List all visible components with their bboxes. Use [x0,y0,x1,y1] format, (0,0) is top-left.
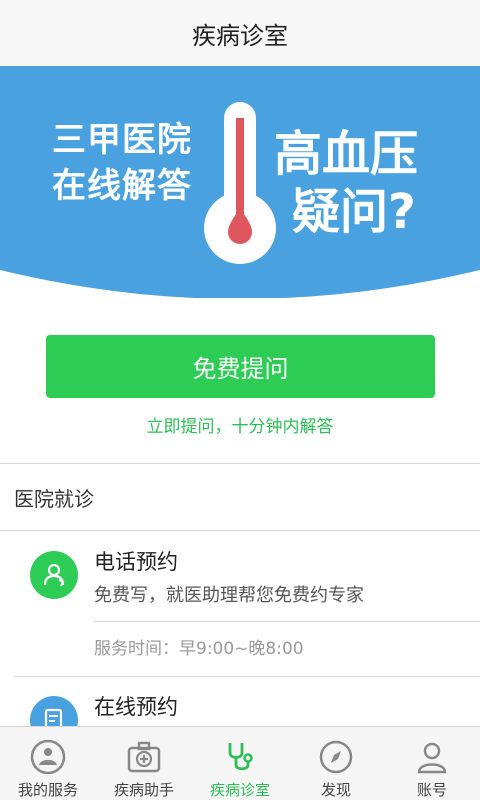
bottom-tab-bar: 我的服务 疾病助手 疾病诊室 发现 账号 [0,726,480,800]
section-divider [0,530,480,531]
banner-text-question: 疑问? [292,184,416,240]
service-title: 在线预约 [94,695,178,719]
top-bar: 疾病诊室 [0,0,480,66]
phone-doctor-icon [30,551,78,599]
service-title: 电话预约 [94,550,178,574]
free-ask-button[interactable]: 免费提问 [46,335,435,398]
tab-label: 发现 [320,781,351,799]
ask-subtitle: 立即提问，十分钟内解答 [146,417,334,437]
stethoscope-icon [220,737,260,777]
item-divider [94,621,480,622]
tab-account[interactable]: 账号 [384,727,480,800]
tab-discover[interactable]: 发现 [288,727,384,800]
page-title: 疾病诊室 [192,21,288,50]
service-time: 服务时间：早9:00~晚8:00 [94,639,304,659]
banner-text-hospital: 三甲医院 [52,120,192,160]
banner-text-online: 在线解答 [52,166,192,206]
promo-banner[interactable]: 三甲医院 在线解答 高血压 疑问? [0,66,480,298]
user-icon [412,737,452,777]
tab-label: 我的服务 [17,781,78,799]
service-desc: 免费写，就医助理帮您免费约专家 [94,585,364,606]
section-divider [0,463,480,464]
medical-kit-icon [124,737,164,777]
item-divider [14,676,480,677]
my-service-icon [28,737,68,777]
tab-label: 疾病助手 [113,781,174,799]
compass-icon [316,737,356,777]
tab-label: 账号 [416,781,447,799]
tab-disease-assistant[interactable]: 疾病助手 [96,727,192,800]
tab-disease-clinic[interactable]: 疾病诊室 [192,727,288,800]
tab-label: 疾病诊室 [209,781,270,799]
section-title: 医院就诊 [14,487,94,511]
tab-my-service[interactable]: 我的服务 [0,727,96,800]
